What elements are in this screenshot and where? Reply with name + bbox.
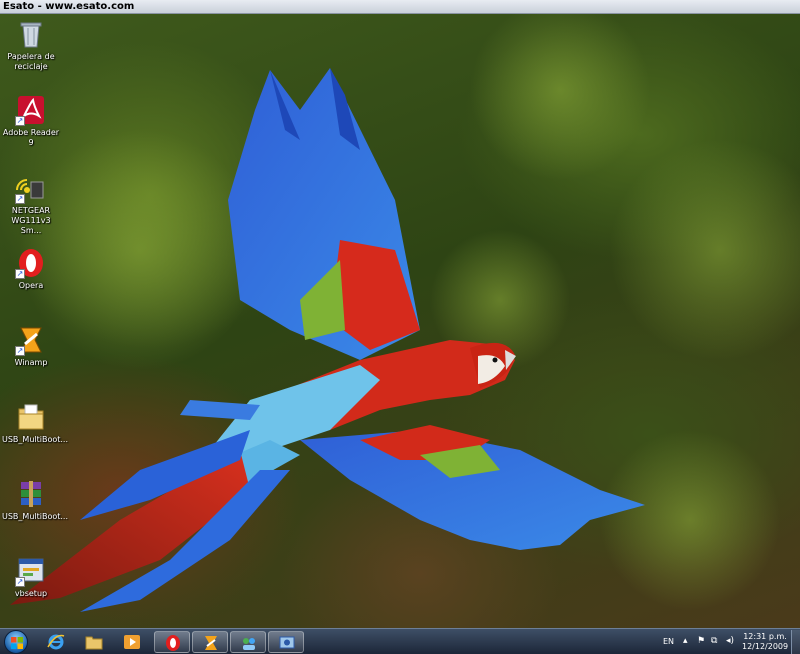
desktop-icon-label: Adobe Reader 9: [2, 128, 60, 147]
desktop-icon-winamp[interactable]: ↗ Winamp: [2, 324, 60, 368]
desktop-icon-adobe-reader[interactable]: ↗ Adobe Reader 9: [2, 94, 60, 148]
adobe-reader-icon: ↗: [15, 94, 47, 126]
language-indicator[interactable]: EN: [663, 637, 674, 646]
wallpaper-parrot: [10, 14, 800, 612]
network-tray-icon[interactable]: ⧉: [711, 636, 717, 646]
desktop-icon-label: USB_MultiBoot...: [2, 435, 69, 444]
winamp-icon: [205, 636, 217, 650]
clock-time: 12:31 p.m.: [743, 632, 787, 641]
desktop-icon-opera[interactable]: ↗ Opera: [2, 247, 60, 291]
shortcut-arrow-icon: ↗: [15, 346, 25, 356]
desktop-icon-vbsetup[interactable]: ↗ vbsetup: [2, 555, 60, 599]
shortcut-arrow-icon: ↗: [15, 577, 25, 587]
taskbar-winamp[interactable]: [192, 631, 228, 653]
recycle-bin-icon: [15, 18, 47, 50]
shortcut-arrow-icon: ↗: [15, 194, 25, 204]
start-button[interactable]: [4, 630, 28, 654]
show-desktop-button[interactable]: [791, 630, 800, 654]
desktop-icon-label: Papelera de reciclaje: [7, 52, 55, 71]
taskbar-network[interactable]: [230, 631, 266, 653]
desktop[interactable]: Papelera de reciclaje ↗ Adobe Reader 9 ↗…: [0, 14, 800, 628]
opera-icon: [166, 635, 180, 651]
desktop-icon-netgear[interactable]: ↗ NETGEAR WG111v3 Sm...: [2, 172, 60, 236]
taskbar-windows-explorer[interactable]: [76, 631, 112, 653]
desktop-icon-label: Opera: [18, 281, 44, 290]
taskbar-control-panel[interactable]: [268, 631, 304, 653]
taskbar-internet-explorer[interactable]: [38, 631, 74, 653]
explorer-folder-icon: [85, 636, 103, 650]
opera-icon: ↗: [15, 247, 47, 279]
netgear-icon: ↗: [15, 172, 47, 204]
window-title: Esato - www.esato.com: [3, 1, 135, 12]
taskbar-clock[interactable]: 12:31 p.m. 12/12/2009: [742, 632, 788, 652]
setup-icon: ↗: [15, 555, 47, 587]
folder-icon: [15, 401, 47, 433]
internet-explorer-icon: [47, 634, 65, 650]
action-center-flag-icon[interactable]: ⚑: [697, 636, 705, 646]
media-player-icon: [124, 635, 140, 649]
window-title-bar: Esato - www.esato.com: [0, 0, 800, 14]
desktop-icon-label: Winamp: [14, 358, 48, 367]
taskbar-opera[interactable]: [154, 631, 190, 653]
winamp-icon: ↗: [15, 324, 47, 356]
desktop-icon-label: vbsetup: [14, 589, 48, 598]
desktop-icon-recycle-bin[interactable]: Papelera de reciclaje: [2, 18, 60, 72]
tray-expand-icon[interactable]: ▴: [683, 636, 688, 646]
control-panel-icon: [279, 636, 295, 649]
desktop-icon-usb-multiboot-archive[interactable]: USB_MultiBoot...: [2, 478, 68, 522]
taskbar-media-player[interactable]: [114, 631, 150, 653]
windows-logo-icon: [11, 637, 23, 649]
desktop-icon-label: NETGEAR WG111v3 Sm...: [11, 206, 51, 235]
desktop-icon-label: USB_MultiBoot...: [2, 512, 69, 521]
shortcut-arrow-icon: ↗: [15, 116, 25, 126]
winrar-icon: [15, 478, 47, 510]
taskbar: EN ▴ ⚑ ⧉ ◂) 12:31 p.m. 12/12/2009: [0, 628, 800, 654]
volume-icon[interactable]: ◂): [726, 636, 734, 646]
network-icon: [243, 638, 255, 650]
clock-date: 12/12/2009: [742, 642, 789, 651]
desktop-icon-usb-multiboot-folder[interactable]: USB_MultiBoot...: [2, 401, 68, 445]
shortcut-arrow-icon: ↗: [15, 269, 25, 279]
